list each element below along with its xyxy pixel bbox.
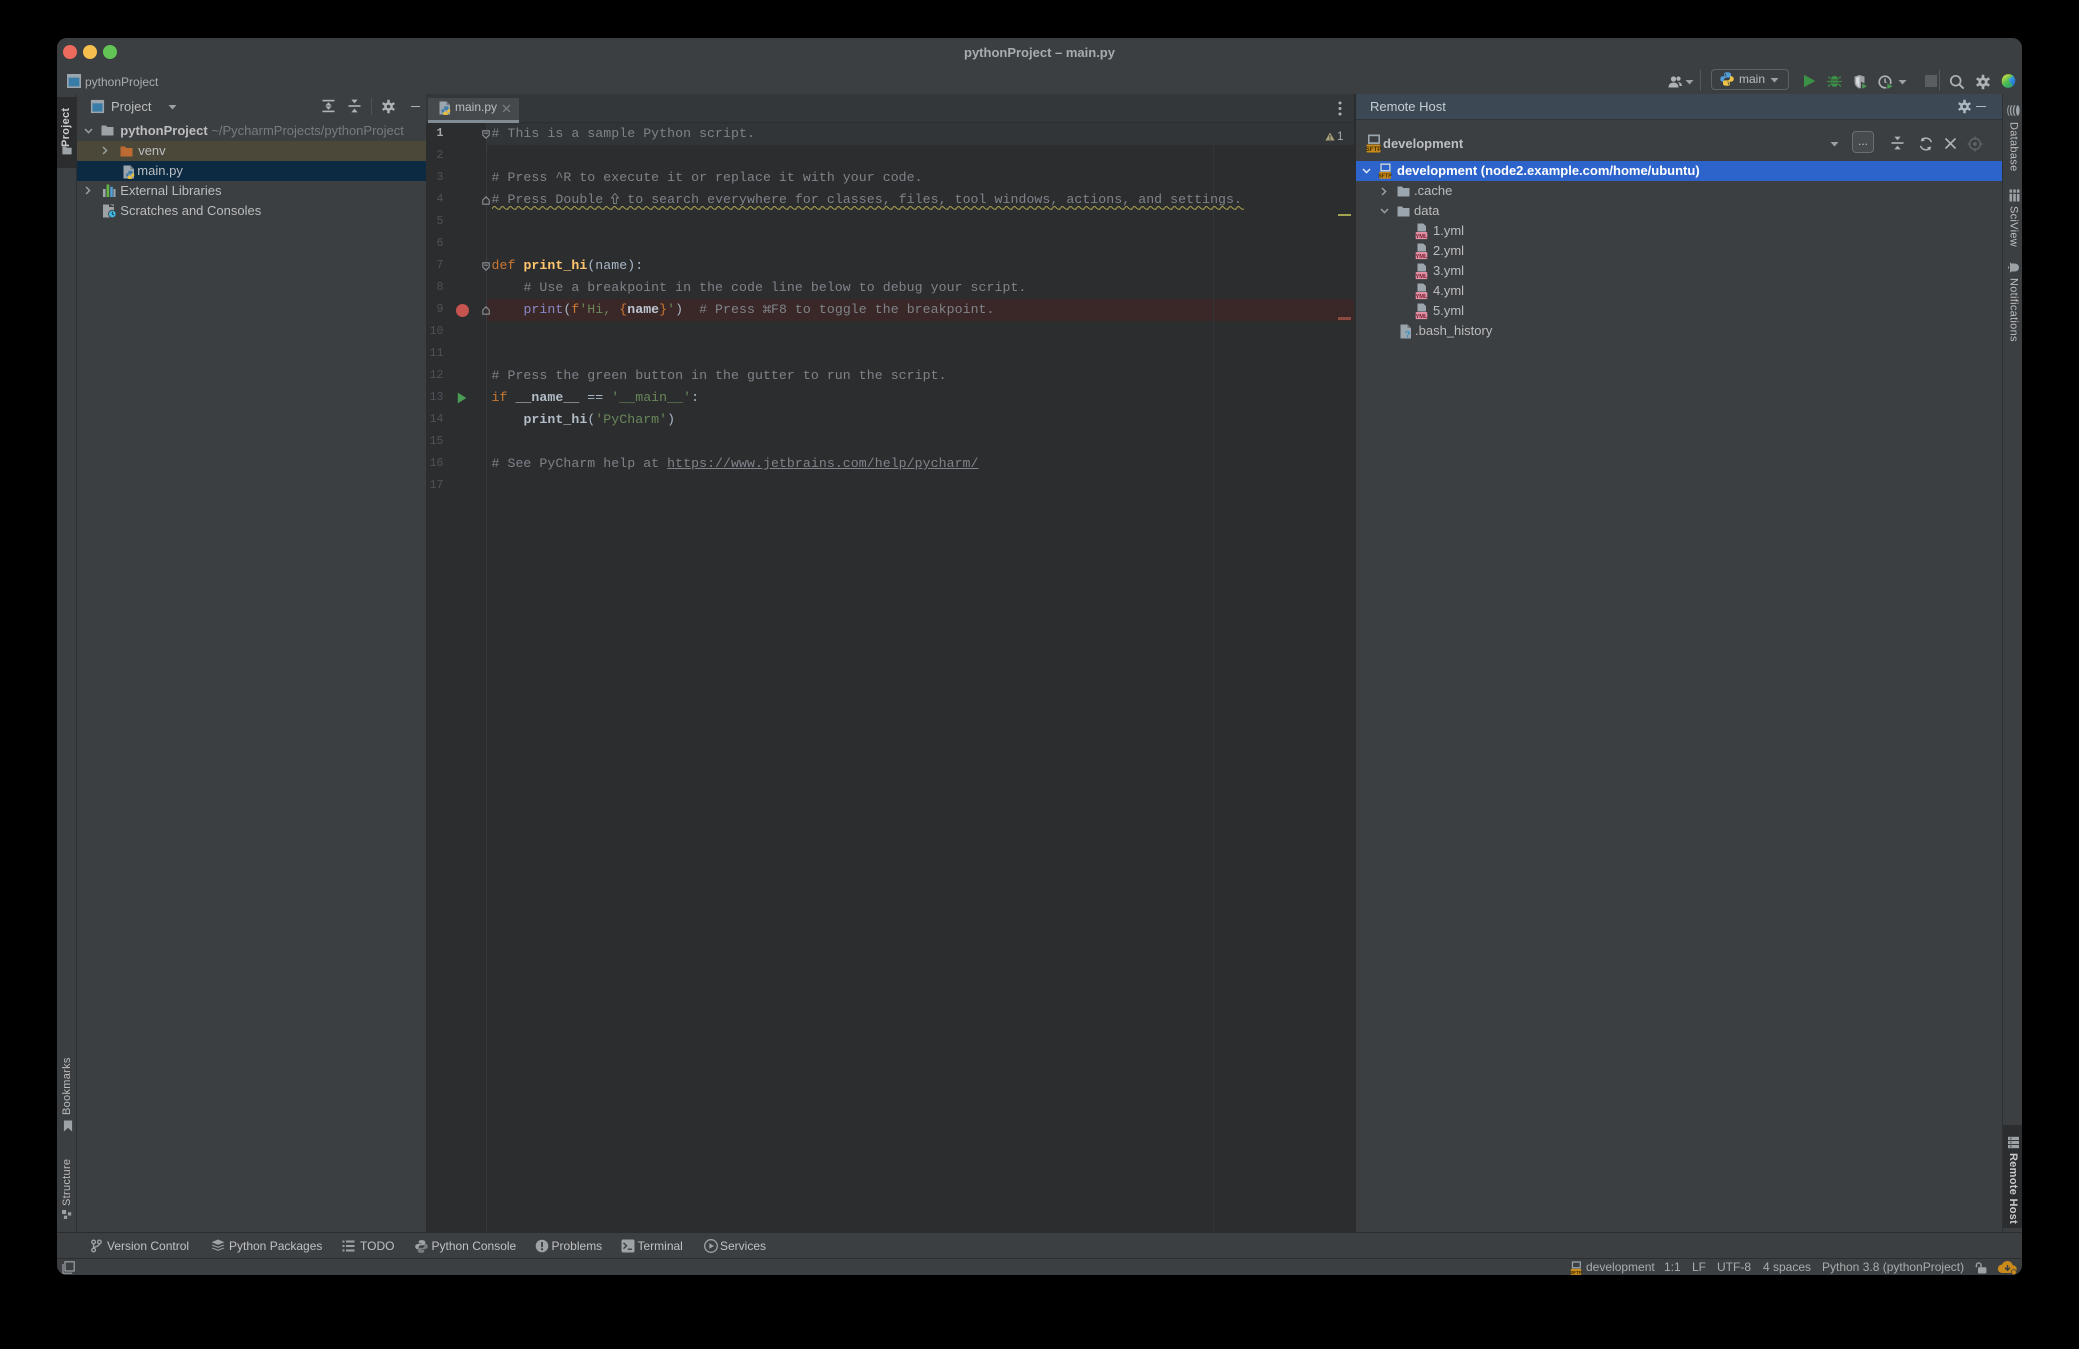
- svg-text:YML: YML: [1415, 253, 1428, 259]
- svg-text:YML: YML: [1415, 313, 1428, 319]
- svg-text:YML: YML: [1415, 273, 1428, 279]
- svg-text:?: ?: [1404, 330, 1410, 339]
- svg-text:SFTP: SFTP: [1378, 173, 1392, 179]
- svg-text:YML: YML: [1415, 233, 1428, 239]
- svg-text:SFTP: SFTP: [1366, 146, 1381, 153]
- svg-text:SFTP: SFTP: [1570, 1269, 1582, 1274]
- svg-text:YML: YML: [1415, 293, 1428, 299]
